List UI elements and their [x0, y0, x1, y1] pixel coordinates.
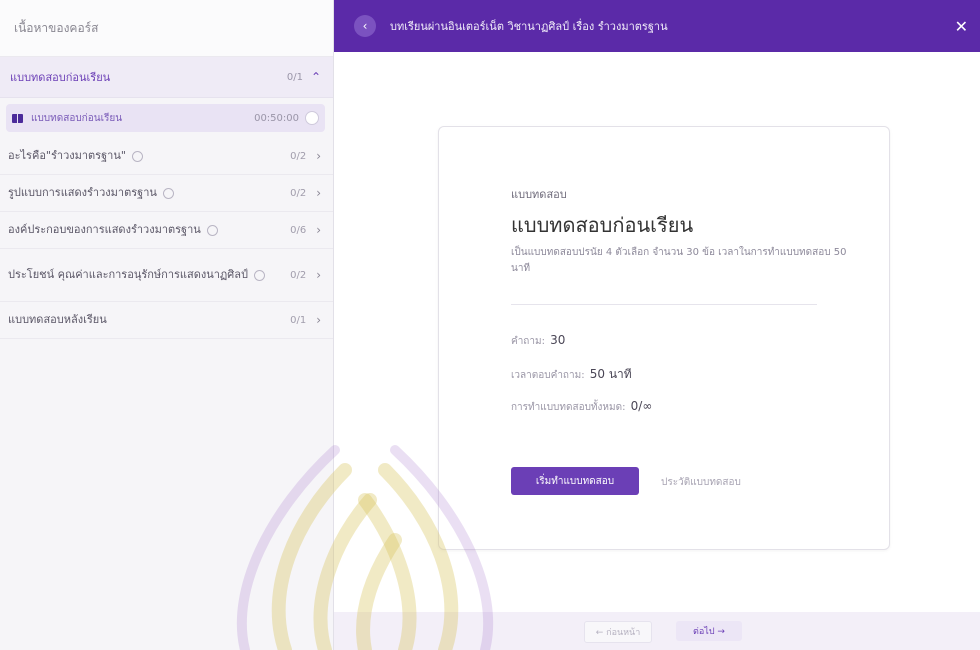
info-icon: [254, 269, 266, 281]
next-button[interactable]: ต่อไป →: [676, 621, 742, 641]
sidebar-item-count: 0/6: [290, 224, 307, 236]
sidebar-item-label: รูปแบบการแสดงรำวงมาตรฐาน: [8, 186, 157, 199]
sidebar-item-posttest[interactable]: แบบทดสอบหลังเรียน 0/1 ›: [0, 302, 333, 339]
sidebar-item-benefits[interactable]: ประโยชน์ คุณค่าและการอนุรักษ์การแสดงนาฏศ…: [0, 249, 333, 302]
sidebar-section-count: 0/1: [286, 71, 303, 83]
sidebar-lesson-time: 00:50:00: [254, 112, 299, 124]
back-button[interactable]: ‹: [354, 15, 376, 37]
quiz-time-label: เวลาตอบคำถาม:: [511, 370, 585, 381]
sidebar-item-count: 0/2: [290, 187, 307, 199]
quiz-questions-label: คำถาม:: [511, 336, 545, 347]
chevron-right-icon: ›: [316, 268, 321, 282]
quiz-questions-value: 30: [550, 333, 566, 347]
book-icon: [12, 113, 23, 123]
chevron-right-icon: ›: [316, 313, 321, 327]
info-icon: [206, 224, 218, 236]
sidebar-item-count: 0/2: [290, 269, 307, 281]
quiz-kicker: แบบทดสอบ: [511, 188, 567, 201]
quiz-questions: คำถาม: 30: [511, 333, 565, 349]
sidebar-lesson-label: แบบทดสอบก่อนเรียน: [31, 112, 123, 124]
quiz-history-link[interactable]: ประวัติแบบทดสอบ: [661, 475, 741, 490]
course-sidebar: เนื้อหาของคอร์ส แบบทดสอบก่อนเรียน 0/1 ⌃ …: [0, 0, 334, 650]
chevron-right-icon: ›: [316, 149, 321, 163]
chevron-right-icon: ›: [316, 223, 321, 237]
quiz-attempts-label: การทำแบบทดสอบทั้งหมด:: [511, 402, 626, 413]
sidebar-section-label: แบบทดสอบก่อนเรียน: [10, 71, 111, 84]
sidebar-item-label: แบบทดสอบหลังเรียน: [8, 313, 107, 326]
sidebar-header-label: เนื้อหาของคอร์ส: [14, 20, 99, 35]
info-icon: [162, 187, 174, 199]
quiz-description: เป็นแบบทดสอบปรนัย 4 ตัวเลือก จำนวน 30 ข้…: [511, 247, 847, 274]
lesson-title: บทเรียนผ่านอินเตอร์เน็ต วิชานาฏศิลป์ เรื…: [390, 20, 668, 33]
quiz-title: แบบทดสอบก่อนเรียน: [511, 213, 694, 237]
sidebar-section-pretest[interactable]: แบบทดสอบก่อนเรียน 0/1 ⌃: [0, 57, 333, 98]
close-icon[interactable]: ✕: [955, 17, 968, 36]
info-icon: [131, 150, 143, 162]
quiz-time-value: 50 นาที: [589, 367, 632, 381]
sidebar-item-label: ประโยชน์ คุณค่าและการอนุรักษ์การแสดงนาฏศ…: [8, 268, 249, 281]
divider: [511, 304, 817, 305]
quiz-attempts-value: 0/∞: [630, 399, 653, 413]
chevron-right-icon: ›: [316, 186, 321, 200]
sidebar-header: เนื้อหาของคอร์ส: [0, 0, 333, 57]
quiz-attempts: การทำแบบทดสอบทั้งหมด: 0/∞: [511, 399, 652, 415]
progress-ring-icon: [305, 111, 319, 125]
start-quiz-button[interactable]: เริ่มทำแบบทดสอบ: [511, 467, 639, 495]
quiz-time: เวลาตอบคำถาม: 50 นาที: [511, 365, 632, 384]
sidebar-item-count: 0/1: [290, 314, 307, 326]
lesson-topbar: ‹ บทเรียนผ่านอินเตอร์เน็ต วิชานาฏศิลป์ เ…: [334, 0, 980, 52]
sidebar-item-performance-styles[interactable]: รูปแบบการแสดงรำวงมาตรฐาน 0/2 ›: [0, 175, 333, 212]
chevron-up-icon: ⌃: [310, 70, 321, 84]
sidebar-item-count: 0/2: [290, 150, 307, 162]
sidebar-item-label: องค์ประกอบของการแสดงรำวงมาตรฐาน: [8, 223, 201, 236]
previous-button[interactable]: ← ก่อนหน้า: [584, 621, 652, 643]
quiz-card: แบบทดสอบ แบบทดสอบก่อนเรียน เป็นแบบทดสอบป…: [438, 126, 890, 550]
sidebar-item-what-is-ramwong[interactable]: อะไรคือ"รำวงมาตรฐาน" 0/2 ›: [0, 138, 333, 175]
chevron-left-icon: ‹: [362, 19, 368, 33]
lesson-navigation: ← ก่อนหน้า ต่อไป →: [334, 612, 980, 650]
sidebar-item-label: อะไรคือ"รำวงมาตรฐาน": [8, 149, 126, 162]
sidebar-lesson-pretest[interactable]: แบบทดสอบก่อนเรียน 00:50:00: [6, 104, 325, 132]
sidebar-item-components[interactable]: องค์ประกอบของการแสดงรำวงมาตรฐาน 0/6 ›: [0, 212, 333, 249]
